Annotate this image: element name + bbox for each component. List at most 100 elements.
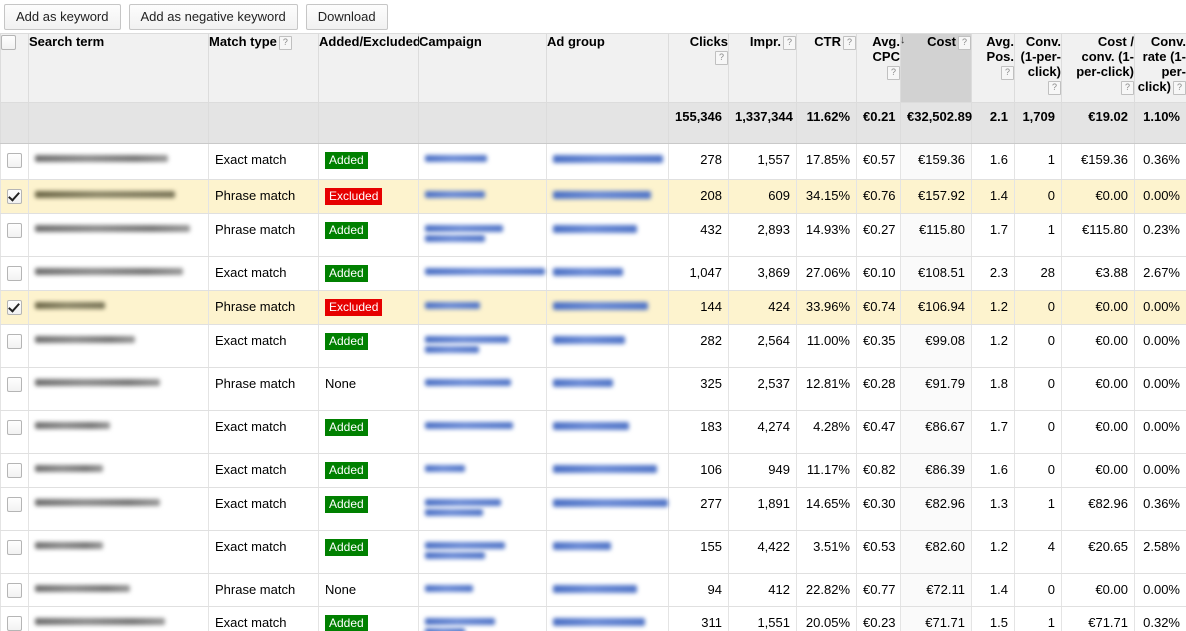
- column-header-avg-pos[interactable]: Avg. Pos.?: [971, 33, 1015, 103]
- redacted-campaign-link[interactable]: [425, 379, 511, 386]
- column-header-impr[interactable]: Impr.?: [728, 33, 797, 103]
- column-header-cost[interactable]: ↓ Cost?: [900, 33, 972, 103]
- redacted-campaign-link[interactable]: [425, 191, 485, 198]
- redacted-ad-group-link[interactable]: [553, 422, 629, 430]
- column-header-search-term[interactable]: Search term: [28, 33, 209, 103]
- cell-ad-group[interactable]: [546, 606, 669, 631]
- row-select-cell[interactable]: [0, 453, 29, 488]
- row-select-cell[interactable]: [0, 573, 29, 608]
- row-checkbox[interactable]: [7, 463, 22, 479]
- row-select-cell[interactable]: [0, 290, 29, 325]
- cell-campaign[interactable]: [418, 290, 547, 325]
- redacted-ad-group-link[interactable]: [553, 499, 668, 507]
- cell-ad-group[interactable]: [546, 573, 669, 608]
- redacted-campaign-link[interactable]: [425, 509, 483, 516]
- column-header-avg-cpc[interactable]: Avg. CPC?: [856, 33, 901, 103]
- table-row[interactable]: Exact match Added 311 1,551 20.05% €0.23 €71.7…: [0, 606, 1186, 631]
- redacted-campaign-link[interactable]: [425, 542, 505, 549]
- redacted-campaign-link[interactable]: [425, 465, 465, 472]
- redacted-ad-group-link[interactable]: [553, 225, 637, 233]
- table-row[interactable]: Phrase match Excluded 144 424 33.96% €0.74 €10…: [0, 290, 1186, 325]
- row-checkbox[interactable]: [7, 223, 22, 239]
- table-row[interactable]: Exact match Added 106 949 11.17% €0.82 €86.39 1…: [0, 453, 1186, 488]
- table-row[interactable]: Phrase match Excluded 208 609 34.15% €0.76 €15…: [0, 179, 1186, 214]
- table-row[interactable]: Exact match Added 282 2,564 11.00% €0.35 €99.0…: [0, 324, 1186, 368]
- cell-ad-group[interactable]: [546, 290, 669, 325]
- help-icon-avg-pos[interactable]: ?: [1001, 66, 1014, 80]
- redacted-ad-group-link[interactable]: [553, 155, 663, 163]
- cell-campaign[interactable]: [418, 530, 547, 574]
- row-select-cell[interactable]: [0, 530, 29, 574]
- column-header-cost-conv[interactable]: Cost / conv. (1-per-click)?: [1061, 33, 1135, 103]
- row-select-cell[interactable]: [0, 606, 29, 631]
- redacted-campaign-link[interactable]: [425, 499, 501, 506]
- download-button[interactable]: Download: [305, 4, 388, 30]
- help-icon-cost[interactable]: ?: [958, 36, 971, 50]
- table-row[interactable]: Exact match Added 183 4,274 4.28% €0.47 €86.67…: [0, 410, 1186, 454]
- column-header-ctr[interactable]: CTR?: [796, 33, 857, 103]
- redacted-ad-group-link[interactable]: [553, 465, 657, 473]
- help-icon-match-type[interactable]: ?: [278, 36, 292, 50]
- cell-ad-group[interactable]: [546, 530, 669, 574]
- help-icon-cost-conv[interactable]: ?: [1121, 81, 1134, 95]
- redacted-ad-group-link[interactable]: [553, 302, 648, 310]
- help-icon-avg-cpc[interactable]: ?: [887, 66, 900, 80]
- cell-ad-group[interactable]: [546, 324, 669, 368]
- row-select-cell[interactable]: [0, 410, 29, 454]
- column-header-conv[interactable]: Conv. (1-per-click)?: [1014, 33, 1062, 103]
- redacted-ad-group-link[interactable]: [553, 542, 611, 550]
- row-checkbox[interactable]: [7, 616, 22, 631]
- redacted-campaign-link[interactable]: [425, 585, 473, 592]
- redacted-campaign-link[interactable]: [425, 346, 479, 353]
- redacted-campaign-link[interactable]: [425, 552, 485, 559]
- redacted-campaign-link[interactable]: [425, 618, 495, 626]
- cell-campaign[interactable]: [418, 573, 547, 608]
- add-as-negative-keyword-button[interactable]: Add as negative keyword: [128, 4, 298, 30]
- help-icon-clicks[interactable]: ?: [715, 51, 728, 65]
- row-select-cell[interactable]: [0, 213, 29, 257]
- row-select-cell[interactable]: [0, 143, 29, 180]
- row-checkbox[interactable]: [7, 420, 22, 436]
- cell-campaign[interactable]: [418, 606, 547, 631]
- table-row[interactable]: Phrase match None 94 412 22.82% €0.77 €72.11 1.…: [0, 573, 1186, 608]
- redacted-campaign-link[interactable]: [425, 225, 503, 232]
- cell-ad-group[interactable]: [546, 487, 669, 531]
- cell-ad-group[interactable]: [546, 213, 669, 257]
- cell-campaign[interactable]: [418, 213, 547, 257]
- row-select-cell[interactable]: [0, 256, 29, 291]
- cell-campaign[interactable]: [418, 487, 547, 531]
- row-checkbox[interactable]: [7, 583, 22, 599]
- column-header-match-type[interactable]: Match type?: [208, 33, 319, 103]
- redacted-ad-group-link[interactable]: [553, 191, 651, 199]
- redacted-ad-group-link[interactable]: [553, 585, 637, 593]
- column-header-conv-rate[interactable]: Conv. rate (1-per-click)?: [1134, 33, 1186, 103]
- help-icon-conv-rate[interactable]: ?: [1173, 81, 1186, 95]
- cell-campaign[interactable]: [418, 179, 547, 214]
- row-checkbox[interactable]: [7, 497, 22, 513]
- row-checkbox[interactable]: [7, 377, 22, 393]
- select-all-checkbox[interactable]: [1, 35, 16, 51]
- cell-ad-group[interactable]: [546, 410, 669, 454]
- redacted-ad-group-link[interactable]: [553, 268, 623, 276]
- redacted-campaign-link[interactable]: [425, 155, 487, 162]
- row-checkbox[interactable]: [7, 153, 22, 169]
- column-header-clicks[interactable]: Clicks?: [668, 33, 729, 103]
- row-checkbox[interactable]: [7, 300, 22, 316]
- table-row[interactable]: Phrase match None 325 2,537 12.81% €0.28 €91.7…: [0, 367, 1186, 411]
- redacted-campaign-link[interactable]: [425, 336, 509, 343]
- help-icon-ctr[interactable]: ?: [843, 36, 856, 50]
- sort-descending-arrow-icon[interactable]: ↓: [900, 34, 906, 46]
- cell-campaign[interactable]: [418, 324, 547, 368]
- table-row[interactable]: Exact match Added 1,047 3,869 27.06% €0.10 €10…: [0, 256, 1186, 291]
- redacted-campaign-link[interactable]: [425, 422, 513, 429]
- cell-campaign[interactable]: [418, 367, 547, 411]
- table-row[interactable]: Phrase match Added 432 2,893 14.93% €0.27 €115…: [0, 213, 1186, 257]
- row-select-cell[interactable]: [0, 179, 29, 214]
- row-checkbox[interactable]: [7, 540, 22, 556]
- redacted-campaign-link[interactable]: [425, 302, 480, 309]
- cell-campaign[interactable]: [418, 256, 547, 291]
- redacted-ad-group-link[interactable]: [553, 618, 645, 627]
- cell-campaign[interactable]: [418, 410, 547, 454]
- cell-ad-group[interactable]: [546, 256, 669, 291]
- row-select-cell[interactable]: [0, 367, 29, 411]
